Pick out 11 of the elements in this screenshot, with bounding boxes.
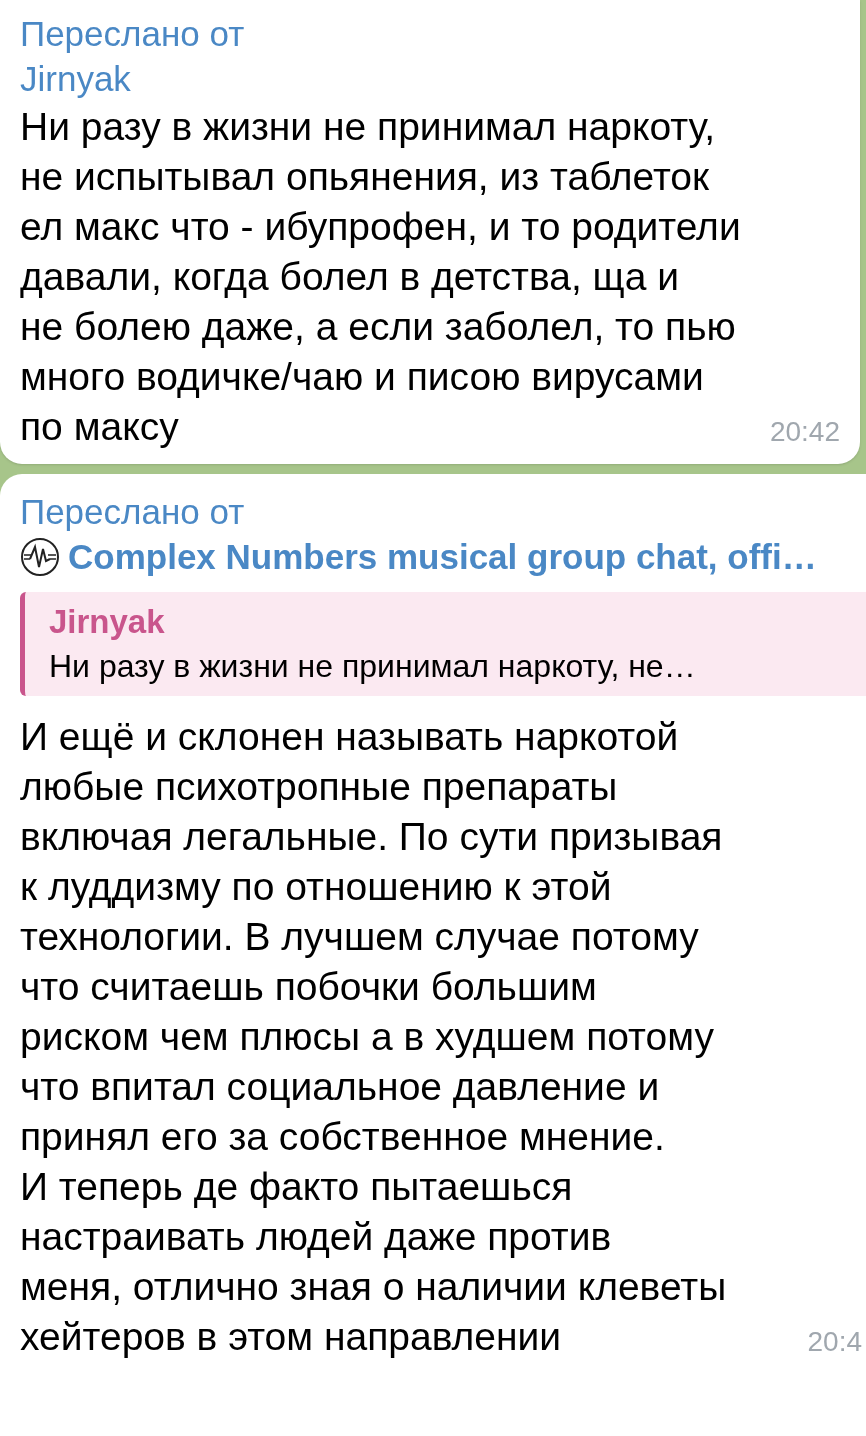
forwarded-sender[interactable]: Complex Numbers musical group chat, offi… <box>68 534 817 580</box>
message-time: 20:4 <box>807 1325 862 1359</box>
reply-author: Jirnyak <box>49 602 166 642</box>
message-text: И ещё и склонен называть наркотой любые психотропные препараты включая легальные. По сути призывая к луддизму по отношению к этой технологии. В лучшем случае потому что считаешь побочки большим риском чем плюсы а в худшем потому что впитал социальное давление и принял его за собственное мнение. И теперь де факто пытаешься настраивать людей даже против меня, отлично зная о наличии клеветы хейтеров в этом направлении <box>20 714 727 1360</box>
reply-text: Ни разу в жизни не принимал наркоту, не… <box>49 647 697 686</box>
message-time: 20:42 <box>769 415 840 449</box>
forwarded-label: Переслано от <box>20 13 246 55</box>
forwarded-sender[interactable]: Jirnyak <box>20 56 131 102</box>
message-text: Ни разу в жизни не принимал наркоту, не испытывал опьянения, из таблеток ел макс что - ибупрофен, и то родители давали, когда болел в детства, ща и не болею даже, а если заболел, то пью много водичке/чаю и писою вирусами по максу <box>20 104 741 450</box>
reply-quote[interactable]: Jirnyak Ни разу в жизни не принимал наркоту, не… <box>20 592 866 696</box>
forwarded-label: Переслано от <box>20 491 246 533</box>
